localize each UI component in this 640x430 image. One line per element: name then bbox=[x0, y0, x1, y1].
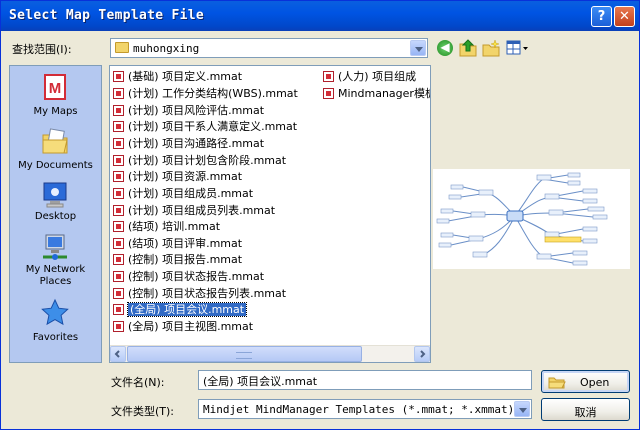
new-folder-icon[interactable] bbox=[481, 38, 501, 58]
scroll-left-button[interactable] bbox=[110, 346, 126, 362]
desktop-icon bbox=[40, 180, 70, 210]
file-item[interactable]: (计划) 项目资源.mmat bbox=[113, 169, 242, 185]
file-item[interactable]: (计划) 工作分类结构(WBS).mmat bbox=[113, 86, 298, 102]
place-favorites[interactable]: Favorites bbox=[10, 296, 101, 346]
help-button[interactable]: ? bbox=[591, 6, 612, 27]
cancel-button-label: 取消 bbox=[574, 406, 597, 419]
mmat-file-icon bbox=[113, 205, 124, 216]
chevron-right-icon bbox=[420, 350, 426, 358]
up-folder-icon[interactable] bbox=[458, 38, 478, 58]
place-label: Favorites bbox=[32, 332, 79, 343]
place-desktop[interactable]: Desktop bbox=[10, 178, 101, 226]
look-in-dropdown[interactable]: muhongxing bbox=[110, 38, 428, 58]
file-item[interactable]: (控制) 项目状态报告列表.mmat bbox=[113, 286, 286, 302]
mmat-file-icon bbox=[113, 71, 124, 82]
place-label: My Network Places bbox=[25, 264, 86, 287]
mmat-file-icon bbox=[323, 71, 334, 82]
chevron-down-icon[interactable] bbox=[410, 40, 426, 56]
mmat-file-icon bbox=[113, 171, 124, 182]
scroll-right-button[interactable] bbox=[414, 346, 430, 362]
place-label: Desktop bbox=[34, 211, 77, 222]
title-bar[interactable]: Select Map Template File ? ✕ bbox=[1, 1, 639, 31]
back-icon[interactable]: ◀ bbox=[435, 38, 455, 58]
file-item[interactable]: (控制) 项目报告.mmat bbox=[113, 252, 242, 268]
file-item[interactable]: (计划) 项目沟通路径.mmat bbox=[113, 136, 264, 152]
open-button[interactable]: Open bbox=[541, 370, 630, 393]
chevron-down-icon[interactable] bbox=[514, 401, 530, 417]
file-item[interactable]: (全局) 项目主视图.mmat bbox=[113, 319, 253, 335]
file-item-selected[interactable]: (全局) 项目会议.mmat bbox=[113, 302, 248, 318]
mmat-file-icon bbox=[113, 105, 124, 116]
file-item[interactable]: (计划) 项目干系人满意定义.mmat bbox=[113, 119, 297, 135]
chevron-left-icon bbox=[114, 350, 120, 358]
close-button[interactable]: ✕ bbox=[614, 6, 635, 27]
mmat-file-icon bbox=[113, 288, 124, 299]
folder-icon bbox=[115, 42, 129, 53]
filename-value: (全局) 项目会议.mmat bbox=[203, 375, 318, 388]
template-preview bbox=[433, 169, 630, 269]
filename-label: 文件名(N): bbox=[111, 376, 165, 389]
mmat-file-icon bbox=[113, 188, 124, 199]
network-icon bbox=[40, 232, 70, 262]
filename-input[interactable]: (全局) 项目会议.mmat bbox=[198, 370, 532, 390]
file-item[interactable]: (人力) 项目组成 bbox=[323, 69, 416, 85]
file-item[interactable]: (结项) 培训.mmat bbox=[113, 219, 220, 235]
mindmanager-maps-icon: M bbox=[40, 72, 70, 102]
place-label: My Maps bbox=[33, 106, 78, 117]
file-item[interactable]: Mindmanager模板 bbox=[323, 86, 430, 102]
file-item[interactable]: (控制) 项目状态报告.mmat bbox=[113, 269, 264, 285]
place-my-network-places[interactable]: My Network Places bbox=[10, 230, 101, 290]
documents-folder-icon bbox=[40, 126, 70, 156]
grip-icon bbox=[236, 352, 252, 359]
filetype-value: Mindjet MindManager Templates (*.mmat; *… bbox=[203, 403, 515, 416]
mmat-file-icon bbox=[113, 321, 124, 332]
scroll-thumb[interactable] bbox=[127, 346, 362, 362]
file-item[interactable]: (计划) 项目风险评估.mmat bbox=[113, 103, 264, 119]
look-in-label: 查找范围(I): bbox=[12, 43, 72, 56]
mmat-file-icon bbox=[113, 221, 124, 232]
mmat-file-icon bbox=[113, 271, 124, 282]
dialog-window: Select Map Template File ? ✕ 查找范围(I): mu… bbox=[0, 0, 640, 430]
file-item[interactable]: (计划) 项目组成员列表.mmat bbox=[113, 203, 275, 219]
mmat-file-icon bbox=[113, 254, 124, 265]
mmat-file-icon bbox=[113, 155, 124, 166]
filetype-dropdown[interactable]: Mindjet MindManager Templates (*.mmat; *… bbox=[198, 399, 532, 419]
horizontal-scrollbar[interactable] bbox=[110, 345, 430, 362]
filetype-label: 文件类型(T): bbox=[111, 405, 175, 418]
place-my-documents[interactable]: My Documents bbox=[10, 124, 101, 176]
file-item[interactable]: (计划) 项目计划包含阶段.mmat bbox=[113, 153, 286, 169]
mind-map-thumbnail bbox=[436, 172, 608, 266]
file-item[interactable]: (计划) 项目组成员.mmat bbox=[113, 186, 253, 202]
window-title: Select Map Template File bbox=[9, 8, 205, 23]
file-item[interactable]: (基础) 项目定义.mmat bbox=[113, 69, 242, 85]
places-bar: M My Maps My Documents Desktop My Networ… bbox=[9, 65, 102, 363]
mmat-file-icon bbox=[113, 138, 124, 149]
place-label: My Documents bbox=[18, 160, 93, 171]
place-my-maps[interactable]: M My Maps bbox=[10, 70, 101, 122]
file-list[interactable]: (基础) 项目定义.mmat (计划) 工作分类结构(WBS).mmat (计划… bbox=[109, 65, 431, 363]
open-button-label: Open bbox=[580, 376, 610, 389]
svg-text:M: M bbox=[49, 80, 62, 97]
look-in-value: muhongxing bbox=[133, 42, 200, 55]
view-menu-icon[interactable] bbox=[505, 38, 529, 58]
open-folder-icon bbox=[548, 377, 566, 389]
cancel-button[interactable]: 取消 bbox=[541, 398, 630, 421]
mmat-file-icon bbox=[113, 304, 124, 315]
mmat-file-icon bbox=[113, 88, 124, 99]
mmat-file-icon bbox=[113, 238, 124, 249]
file-item[interactable]: (结项) 项目评审.mmat bbox=[113, 236, 242, 252]
star-icon bbox=[40, 298, 70, 328]
mmat-file-icon bbox=[323, 88, 334, 99]
mmat-file-icon bbox=[113, 121, 124, 132]
